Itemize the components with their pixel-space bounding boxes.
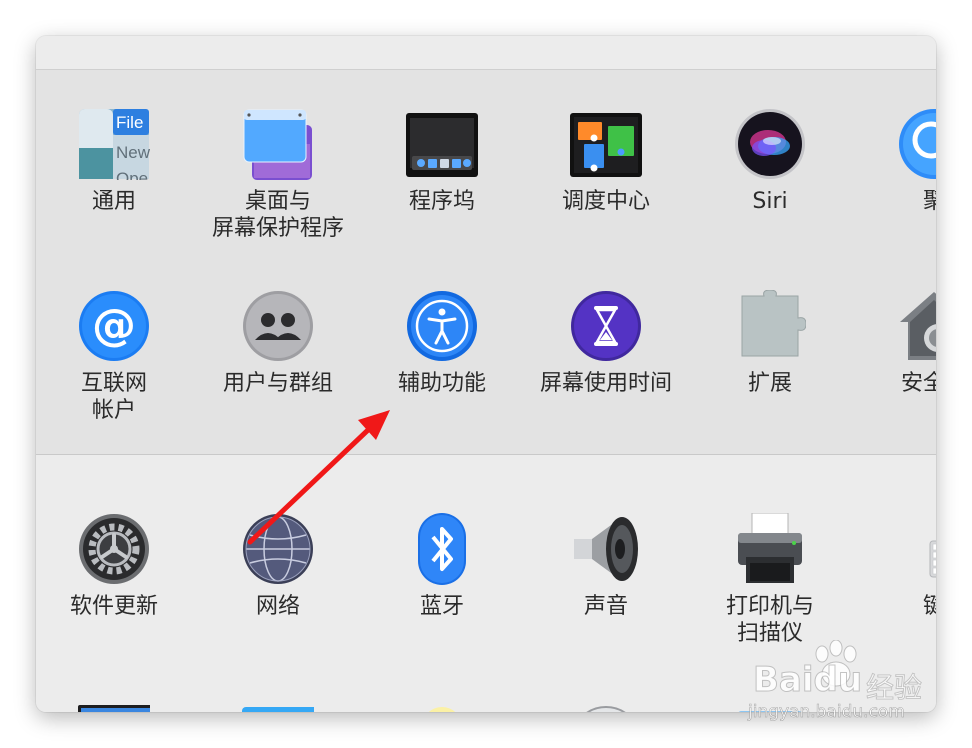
general-icon-new-text: New [116,143,150,162]
pref-pane-label: 安全性 [900,371,936,396]
spotlight-icon [899,109,936,179]
desktop-screensaver-icon [243,109,312,180]
puzzle-piece-icon [741,290,806,357]
pref-pane-label: 桌面与 屏幕保护程序 [211,189,344,241]
pref-pane-label: 网络 [255,594,300,619]
watermark-cn: 经验 [865,671,923,705]
window-toolbar [36,36,936,70]
users-groups-icon [243,291,313,361]
pref-pane-label: 扩展 [747,371,792,396]
pref-pane-label: 声音 [583,594,628,619]
general-icon-open-text: Ope [116,169,148,180]
pref-pane-label: 聚 [922,189,936,214]
globe-icon [243,514,313,584]
lightbulb-icon [428,707,456,712]
hourglass-icon [571,291,641,361]
pref-pane-label: 调度中心 [561,189,650,214]
pref-pane-label: 程序坞 [408,189,475,214]
gear-icon [79,514,149,584]
internet-accounts-icon: @ [79,291,149,361]
house-lock-icon [900,292,936,360]
clock-icon: 12 11 1 [586,706,626,712]
accessibility-icon [407,291,477,361]
personal-section: File New Ope 通用 桌面与 屏幕保护程序 程序坞 调度中心 Siri… [36,70,936,455]
general-icon-file-text: File [116,113,143,132]
sidecar-icon [242,707,314,712]
system-preferences-window: File New Ope 通用 桌面与 屏幕保护程序 程序坞 调度中心 Siri… [36,36,936,712]
baidu-jingyan-watermark: Baidu 经验 jingyan.baidu.com [748,640,968,730]
pref-pane-label: Siri [752,189,788,214]
watermark-url: jingyan.baidu.com [748,702,905,723]
bluetooth-icon [418,513,466,585]
siri-icon [735,109,805,179]
pref-pane-label: 互联网 帐户 [80,371,147,423]
pref-pane-label: 软件更新 [69,594,158,619]
pref-pane-label: 蓝牙 [419,594,464,619]
pref-pane-label: 键 [922,594,936,619]
display-icon [78,705,150,712]
pref-pane-label: 辅助功能 [397,371,486,396]
mission-control-icon [570,113,642,177]
printer-icon [738,513,802,583]
pref-pane-label: 通用 [91,189,136,214]
pref-pane-label: 打印机与 扫描仪 [725,594,814,646]
watermark-brand: Baidu [753,660,863,701]
general-icon: File New Ope [79,109,150,180]
speaker-icon [574,517,638,581]
pref-pane-label: 屏幕使用时间 [539,371,672,396]
dock-icon [406,113,478,177]
keyboard-icon [929,540,936,578]
pref-pane-label: 用户与群组 [222,371,333,396]
svg-text:@: @ [92,300,136,351]
